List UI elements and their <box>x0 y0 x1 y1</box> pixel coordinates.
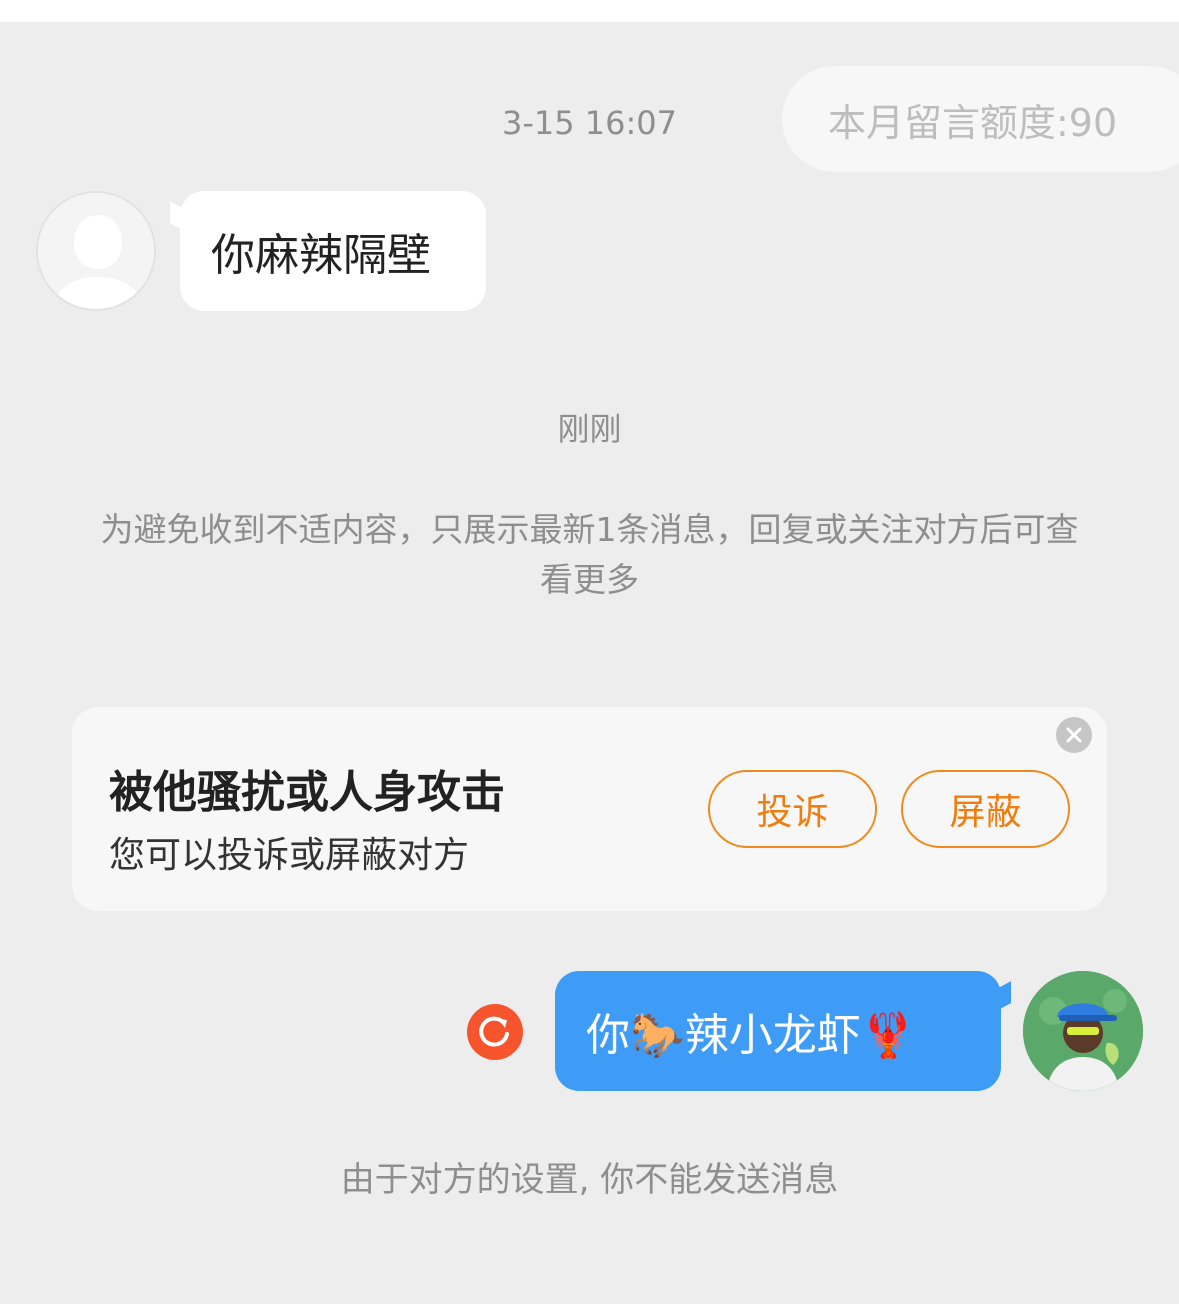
filter-notice: 为避免收到不适内容，只展示最新1条消息，回复或关注对方后可查看更多 <box>100 510 1079 599</box>
refresh-icon <box>479 1016 509 1047</box>
outgoing-message-text: 你🐎辣小龙虾🦞 <box>586 1010 916 1061</box>
resend-button[interactable] <box>467 1004 523 1060</box>
report-card-subtitle: 您可以投诉或屏蔽对方 <box>109 835 470 876</box>
close-card-button[interactable] <box>1056 717 1092 753</box>
report-button[interactable]: 投诉 <box>708 770 877 848</box>
report-card-title: 被他骚扰或人身攻击 <box>109 767 505 818</box>
message-timestamp: 3-15 16:07 <box>501 104 677 142</box>
my-avatar[interactable] <box>1023 971 1143 1091</box>
close-icon <box>1066 727 1082 743</box>
harassment-report-card: 被他骚扰或人身攻击 您可以投诉或屏蔽对方 投诉 屏蔽 <box>72 707 1107 911</box>
default-person-icon <box>38 193 154 309</box>
top-strip <box>0 0 1179 22</box>
cannot-send-notice: 由于对方的设置, 你不能发送消息 <box>340 1160 839 1200</box>
incoming-message-bubble[interactable]: 你麻辣隔壁 <box>180 191 486 311</box>
sender-avatar[interactable] <box>36 191 156 311</box>
incoming-message-text: 你麻辣隔壁 <box>211 230 431 281</box>
block-button[interactable]: 屏蔽 <box>901 770 1070 848</box>
user-avatar-image <box>1023 971 1143 1091</box>
message-timestamp-recent: 刚刚 <box>557 410 622 448</box>
outgoing-message-bubble[interactable]: 你🐎辣小龙虾🦞 <box>555 971 1001 1091</box>
